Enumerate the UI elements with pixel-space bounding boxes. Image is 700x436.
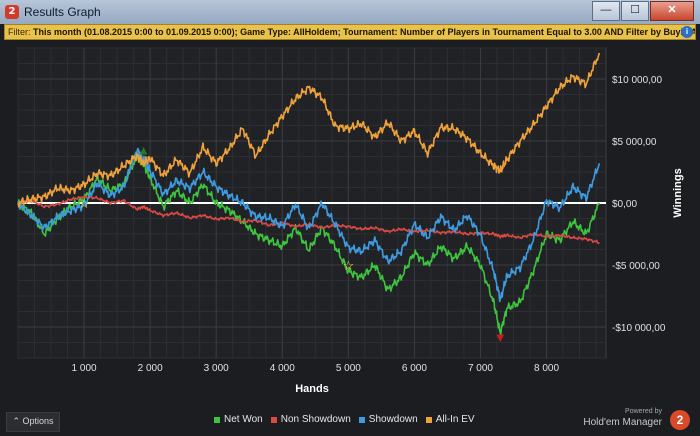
- legend-label: Showdown: [368, 414, 418, 425]
- options-label: Options: [22, 416, 54, 426]
- x-tick-label: 6 000: [402, 363, 427, 374]
- legend-item-all-in-ev[interactable]: All-In EV: [425, 414, 475, 425]
- x-tick-label: 8 000: [534, 363, 559, 374]
- x-axis-label: Hands: [295, 383, 329, 395]
- x-tick-label: 3 000: [204, 363, 229, 374]
- legend-label: All-In EV: [435, 414, 475, 425]
- x-tick-label: 2 000: [138, 363, 163, 374]
- brand-name: Hold'em Manager: [583, 417, 662, 428]
- footer-bar: ⌃ Options Net Won Non Showdown Showdown All…: [0, 408, 700, 436]
- legend-swatch: [358, 416, 365, 423]
- x-tick-label: 1 000: [72, 363, 97, 374]
- low-marker: ▼: [494, 330, 507, 345]
- info-icon[interactable]: i: [681, 26, 693, 38]
- filter-bar[interactable]: Filter: This month (01.08.2015 0:00 to 0…: [4, 24, 696, 40]
- y-tick-label: $5 000,00: [612, 137, 657, 148]
- star-marker-2: ☆: [343, 258, 355, 273]
- legend-item-showdown[interactable]: Showdown: [358, 414, 418, 425]
- window-controls: — ☐ ✕: [591, 1, 694, 21]
- chart-legend: Net Won Non Showdown Showdown All-In EV: [214, 414, 483, 425]
- legend-swatch: [425, 416, 432, 423]
- y-tick-label: -$5 000,00: [612, 261, 660, 272]
- results-graph-window: 2 Results Graph — ☐ ✕ Filter: This month…: [0, 0, 700, 436]
- legend-item-net-won[interactable]: Net Won: [214, 414, 263, 425]
- results-chart: 1 000 2 000 3 000 4 000 5 000 6 000 7 000 8 000…: [17, 47, 684, 395]
- peak-marker: ▲: [137, 143, 150, 158]
- maximize-button[interactable]: ☐: [621, 1, 649, 21]
- star-marker-1: ☆: [78, 196, 90, 211]
- chart-area: 1 000 2 000 3 000 4 000 5 000 6 000 7 000 8 000…: [0, 40, 700, 410]
- brand-logo: Powered by Hold'em Manager 2: [572, 408, 692, 434]
- x-tick-label: 4 000: [270, 363, 295, 374]
- legend-swatch: [270, 416, 277, 423]
- y-axis-label: Winnings: [672, 168, 684, 217]
- legend-swatch: [214, 416, 220, 423]
- filter-text: This month (01.08.2015 0:00 to 01.09.201…: [33, 27, 696, 37]
- legend-label: Net Won: [224, 414, 263, 425]
- minimize-button[interactable]: —: [592, 1, 620, 21]
- brand-badge-icon: 2: [670, 410, 690, 430]
- y-tick-label: $0,00: [612, 199, 637, 210]
- legend-item-non-showdown[interactable]: Non Showdown: [270, 414, 351, 425]
- app-icon: 2: [5, 5, 19, 19]
- y-tick-label: $10 000,00: [612, 75, 662, 86]
- filter-label: Filter:: [8, 27, 34, 37]
- close-button[interactable]: ✕: [650, 1, 694, 21]
- powered-by-text: Powered by: [625, 408, 662, 415]
- options-button[interactable]: ⌃ Options: [6, 412, 60, 432]
- x-tick-label: 5 000: [336, 363, 361, 374]
- y-tick-label: -$10 000,00: [612, 323, 666, 334]
- title-bar[interactable]: 2 Results Graph — ☐ ✕: [0, 0, 700, 24]
- window-title: Results Graph: [24, 5, 101, 19]
- x-tick-label: 7 000: [468, 363, 493, 374]
- legend-label: Non Showdown: [280, 414, 351, 425]
